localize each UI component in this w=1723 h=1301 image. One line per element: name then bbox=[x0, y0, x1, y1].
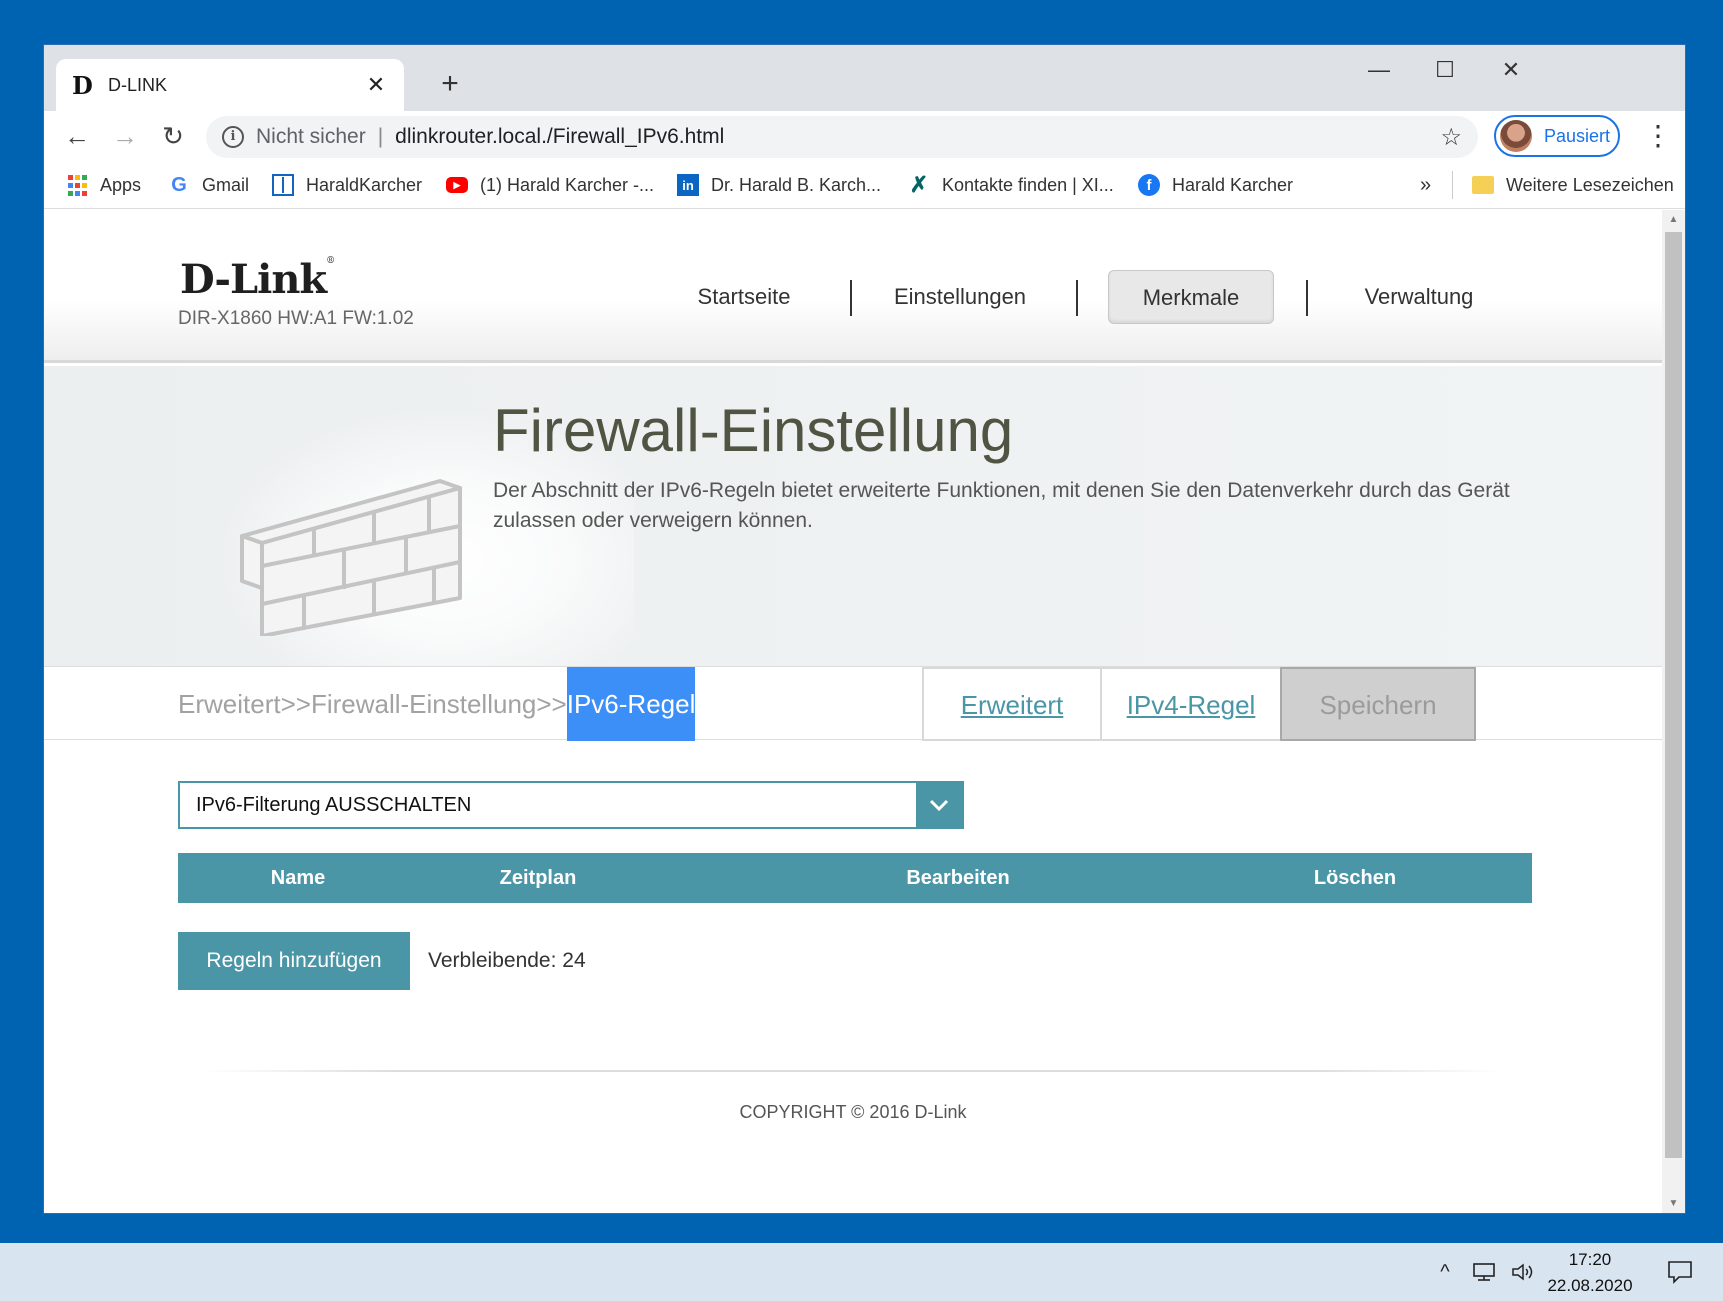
bookmarks-overflow-button[interactable]: » bbox=[1420, 161, 1431, 209]
bookmark-label: Weitere Lesezeichen bbox=[1506, 174, 1674, 195]
dlink-favicon-icon: D bbox=[72, 70, 93, 100]
nav-divider bbox=[1076, 280, 1078, 316]
add-rules-button[interactable]: Regeln hinzufügen bbox=[178, 932, 410, 990]
scroll-up-icon[interactable]: ▲ bbox=[1662, 214, 1685, 225]
bookmark-label: Harald Karcher bbox=[1172, 174, 1294, 195]
bookmark-label: HaraldKarcher bbox=[306, 174, 423, 195]
avatar bbox=[1500, 120, 1532, 152]
google-icon: G bbox=[171, 173, 187, 196]
remaining-count: Verbleibende: 24 bbox=[428, 949, 586, 972]
clock-date: 22.08.2020 bbox=[1547, 1276, 1633, 1295]
bookmark-xing[interactable]: ✗ Kontakte finden | XI... bbox=[908, 161, 1114, 209]
nav-einstellungen[interactable]: Einstellungen bbox=[870, 270, 1050, 324]
facebook-icon: f bbox=[1138, 174, 1160, 196]
breadcrumb-path: Erweitert>>Firewall-Einstellung>> bbox=[178, 689, 567, 719]
nav-verwaltung[interactable]: Verwaltung bbox=[1334, 270, 1504, 324]
reload-button[interactable]: ↻ bbox=[156, 119, 190, 153]
footer-divider bbox=[204, 1070, 1504, 1072]
bookmark-apps[interactable]: Apps bbox=[66, 161, 141, 209]
security-status: Nicht sicher bbox=[256, 125, 366, 148]
bookmark-label: Dr. Harald B. Karch... bbox=[711, 174, 882, 195]
page-title: Firewall-Einstellung bbox=[493, 397, 1014, 464]
column-loeschen: Löschen bbox=[1313, 867, 1397, 889]
profile-button[interactable]: Pausiert bbox=[1494, 115, 1620, 157]
network-icon[interactable] bbox=[1466, 1243, 1502, 1301]
maximize-button[interactable]: ☐ bbox=[1420, 55, 1470, 85]
firewall-wall-icon bbox=[240, 479, 462, 636]
apps-icon bbox=[66, 174, 88, 196]
browser-menu-icon[interactable]: ⋮ bbox=[1644, 119, 1672, 153]
scrollbar-thumb[interactable] bbox=[1665, 232, 1682, 1158]
bookmark-folder-other[interactable]: Weitere Lesezeichen bbox=[1472, 161, 1674, 209]
browser-window: D D-LINK ✕ + — ☐ ✕ ← → ↻ i Nicht sicher … bbox=[44, 45, 1685, 1213]
linkedin-icon: in bbox=[677, 174, 699, 196]
column-name: Name bbox=[270, 867, 326, 889]
breadcrumb: Erweitert>>Firewall-Einstellung>> IPv6-R… bbox=[178, 667, 696, 741]
column-bearbeiten: Bearbeiten bbox=[906, 867, 1010, 889]
hero-banner: Firewall-Einstellung Der Abschnitt der I… bbox=[44, 366, 1662, 686]
breadcrumb-current: IPv6-Regel bbox=[566, 667, 696, 741]
router-header: D-Link® DIR-X1860 HW:A1 FW:1.02 Startsei… bbox=[44, 210, 1662, 363]
select-value: IPv6-Filterung AUSSCHALTEN bbox=[196, 793, 472, 816]
browser-toolbar: ← → ↻ i Nicht sicher | dlinkrouter.local… bbox=[44, 111, 1685, 161]
info-icon[interactable]: i bbox=[222, 126, 244, 148]
bookmark-facebook[interactable]: f Harald Karcher bbox=[1138, 161, 1293, 209]
nav-divider bbox=[1306, 280, 1308, 316]
page-scrollbar[interactable]: ▲ ▼ bbox=[1662, 210, 1685, 1213]
bookmark-linkedin[interactable]: in Dr. Harald B. Karch... bbox=[677, 161, 881, 209]
profile-status: Pausiert bbox=[1544, 125, 1611, 146]
back-button[interactable]: ← bbox=[60, 119, 94, 153]
close-window-button[interactable]: ✕ bbox=[1486, 55, 1536, 85]
bookmark-gmail[interactable]: G Gmail bbox=[168, 161, 249, 209]
new-tab-button[interactable]: + bbox=[432, 67, 468, 103]
bookmark-label: Apps bbox=[100, 174, 142, 195]
system-clock[interactable]: 17:20 22.08.2020 bbox=[1530, 1247, 1650, 1299]
close-tab-icon[interactable]: ✕ bbox=[364, 72, 388, 98]
xing-icon: ✗ bbox=[909, 172, 929, 197]
bookmarks-bar: Apps G Gmail HaraldKarcher ▶ (1) Harald … bbox=[44, 161, 1685, 209]
title-bar: D D-LINK ✕ + — ☐ ✕ bbox=[44, 45, 1685, 111]
chevron-down-icon[interactable] bbox=[916, 783, 962, 827]
ipv4-rule-link[interactable]: IPv4-Regel bbox=[1100, 667, 1282, 741]
scroll-down-icon[interactable]: ▼ bbox=[1662, 1198, 1685, 1209]
bookmark-haraldkarcher[interactable]: HaraldKarcher bbox=[272, 161, 422, 209]
minimize-button[interactable]: — bbox=[1354, 55, 1404, 85]
bookmark-youtube[interactable]: ▶ (1) Harald Karcher -... bbox=[446, 161, 654, 209]
main-nav: Startseite Einstellungen Merkmale Verwal… bbox=[44, 270, 1662, 324]
windows-taskbar: ^ 17:20 22.08.2020 bbox=[0, 1243, 1723, 1301]
bookmark-label: Kontakte finden | XI... bbox=[942, 174, 1114, 195]
nav-merkmale[interactable]: Merkmale bbox=[1108, 270, 1274, 324]
address-bar[interactable]: i Nicht sicher | dlinkrouter.local./Fire… bbox=[206, 116, 1478, 158]
ipv6-filter-select[interactable]: IPv6-Filterung AUSSCHALTEN bbox=[178, 781, 964, 829]
bookmark-label: (1) Harald Karcher -... bbox=[480, 174, 655, 195]
nav-startseite[interactable]: Startseite bbox=[674, 270, 814, 324]
nav-divider bbox=[850, 280, 852, 316]
bookmark-star-icon[interactable]: ☆ bbox=[1440, 123, 1462, 152]
page-description: Der Abschnitt der IPv6-Regeln bietet erw… bbox=[493, 479, 1510, 532]
browser-tab[interactable]: D D-LINK ✕ bbox=[56, 59, 404, 111]
copyright: COPYRIGHT © 2016 D-Link bbox=[739, 1102, 967, 1122]
notifications-icon[interactable] bbox=[1660, 1243, 1700, 1301]
column-zeitplan: Zeitplan bbox=[499, 867, 577, 889]
tab-title: D-LINK bbox=[108, 74, 168, 95]
sub-navigation: Erweitert>>Firewall-Einstellung>> IPv6-R… bbox=[44, 666, 1662, 741]
rules-table-header: Name Zeitplan Bearbeiten Löschen bbox=[178, 853, 1532, 903]
omnibox-separator: | bbox=[377, 125, 384, 148]
clock-time: 17:20 bbox=[1568, 1250, 1612, 1269]
site-icon bbox=[272, 174, 294, 196]
folder-icon bbox=[1472, 176, 1494, 194]
forward-button[interactable]: → bbox=[108, 119, 142, 153]
bookmarks-divider bbox=[1452, 171, 1453, 199]
url-text[interactable]: dlinkrouter.local./Firewall_IPv6.html bbox=[395, 125, 1440, 149]
bookmark-label: Gmail bbox=[202, 174, 250, 195]
youtube-icon: ▶ bbox=[446, 177, 468, 193]
advanced-link[interactable]: Erweitert bbox=[922, 667, 1102, 741]
save-button[interactable]: Speichern bbox=[1280, 667, 1476, 741]
chevron-up-icon[interactable]: ^ bbox=[1430, 1243, 1460, 1301]
router-page: D-Link® DIR-X1860 HW:A1 FW:1.02 Startsei… bbox=[44, 210, 1662, 1213]
